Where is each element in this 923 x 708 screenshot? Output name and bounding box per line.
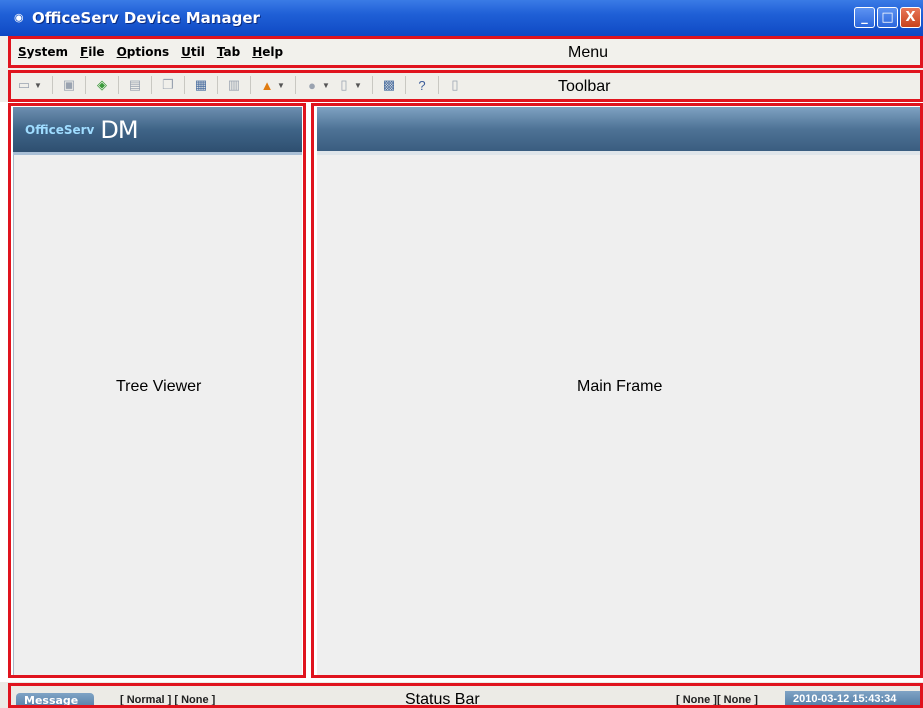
minimize-button[interactable]: _ (854, 7, 875, 28)
status-bar-label: Status Bar (405, 691, 480, 708)
app-icon: ◉ (14, 12, 24, 24)
main-frame-label: Main Frame (577, 378, 663, 395)
maximize-button[interactable]: □ (877, 7, 898, 28)
title-bar[interactable]: ◉ OfficeServ Device Manager _ □ X (0, 0, 923, 36)
menu-annotation-box (8, 36, 923, 68)
close-button[interactable]: X (900, 7, 921, 28)
tree-viewer-label: Tree Viewer (116, 378, 202, 395)
menu-label: Menu (568, 44, 609, 61)
window-controls: _ □ X (854, 7, 921, 28)
window-title: OfficeServ Device Manager (32, 9, 260, 27)
toolbar-label: Toolbar (558, 78, 611, 95)
toolbar-annotation-box (8, 70, 923, 102)
